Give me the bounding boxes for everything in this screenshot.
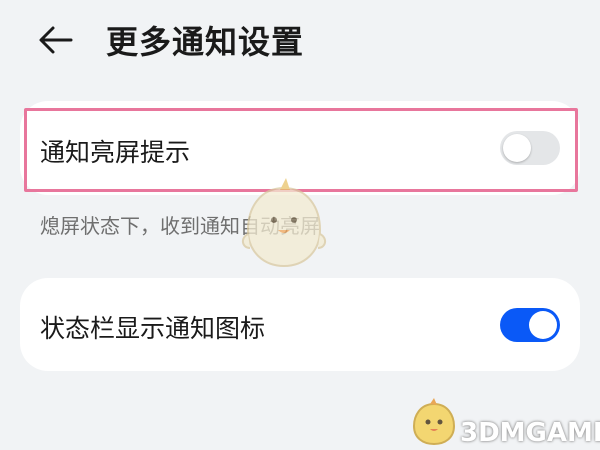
watermark-text: 3DMGAME bbox=[460, 418, 600, 448]
status-bar-icons-card: 状态栏显示通知图标 bbox=[20, 278, 580, 371]
status-bar-icons-toggle[interactable] bbox=[500, 308, 560, 342]
status-bar-icons-label: 状态栏显示通知图标 bbox=[40, 314, 266, 343]
page-title: 更多通知设置 bbox=[106, 23, 305, 61]
mascot-logo-icon bbox=[412, 398, 456, 446]
back-arrow-icon bbox=[39, 26, 73, 54]
toggle-knob bbox=[529, 311, 557, 339]
back-button[interactable] bbox=[38, 20, 82, 60]
header-bar: 更多通知设置 bbox=[0, 0, 600, 86]
mascot-watermark-icon bbox=[242, 178, 326, 268]
